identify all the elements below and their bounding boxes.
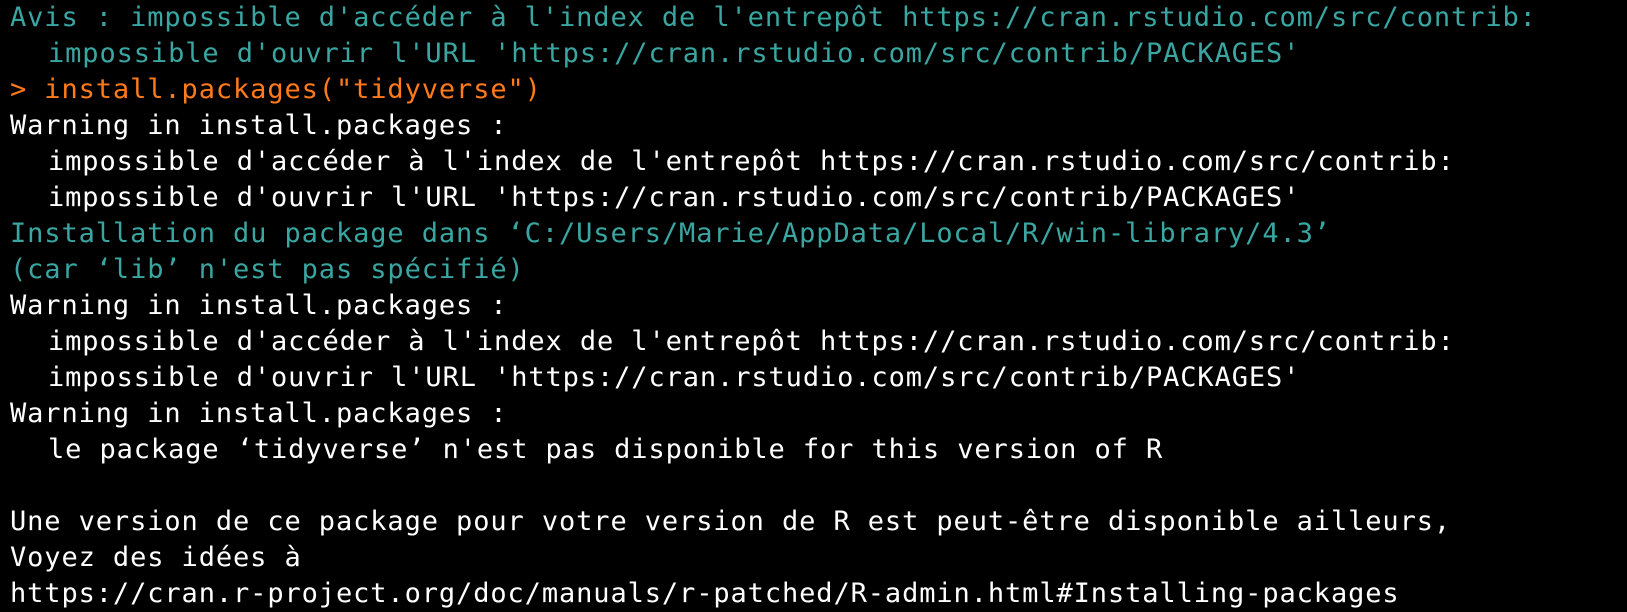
console-output-line: le package ‘tidyverse’ n'est pas disponi… bbox=[48, 434, 1164, 465]
r-console-output[interactable]: Avis : impossible d'accéder à l'index de… bbox=[0, 0, 1627, 612]
console-info-line: impossible d'ouvrir l'URL 'https://cran.… bbox=[48, 38, 1301, 69]
console-warning-line: Warning in install.packages : bbox=[10, 290, 508, 321]
console-output-line: impossible d'ouvrir l'URL 'https://cran.… bbox=[48, 362, 1301, 393]
console-output-line: Une version de ce package pour votre ver… bbox=[10, 506, 1452, 537]
console-url-line: https://cran.r-project.org/doc/manuals/r… bbox=[10, 578, 1400, 609]
console-output-line: impossible d'accéder à l'index de l'entr… bbox=[48, 146, 1455, 177]
console-output-line: impossible d'ouvrir l'URL 'https://cran.… bbox=[48, 182, 1301, 213]
console-info-line: Installation du package dans ‘C:/Users/M… bbox=[10, 218, 1331, 249]
console-command-line: > install.packages("tidyverse") bbox=[10, 74, 542, 105]
console-info-line: (car ‘lib’ n'est pas spécifié) bbox=[10, 254, 525, 285]
console-output-line: Voyez des idées à bbox=[10, 542, 302, 573]
console-warning-line: Warning in install.packages : bbox=[10, 110, 508, 141]
console-warning-line: Warning in install.packages : bbox=[10, 398, 508, 429]
console-info-line: Avis : impossible d'accéder à l'index de… bbox=[10, 2, 1537, 33]
console-output-line: impossible d'accéder à l'index de l'entr… bbox=[48, 326, 1455, 357]
